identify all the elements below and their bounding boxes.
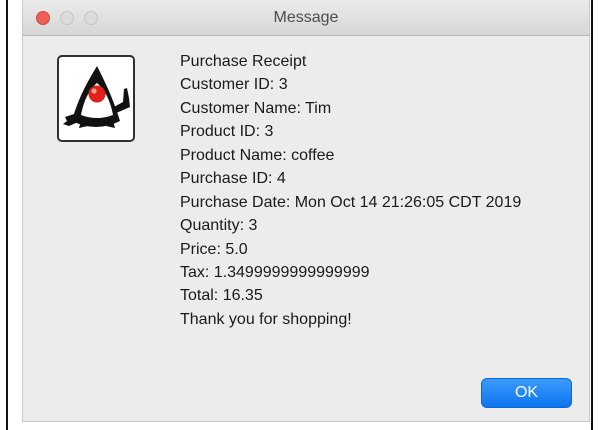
purchase-id-line: Purchase ID: 4 [180, 170, 286, 188]
total-line: Total: 16.35 [180, 287, 263, 305]
message-dialog: Message Purchase Receipt Customer ID: 3 … [22, 0, 590, 422]
product-id-line: Product ID: 3 [180, 123, 274, 141]
title-bar[interactable]: Message [23, 0, 589, 36]
java-duke-icon [57, 55, 135, 142]
right-border-line [591, 0, 593, 430]
purchase-date-line: Purchase Date: Mon Oct 14 21:26:05 CDT 2… [180, 193, 522, 211]
product-name-line: Product Name: coffee [180, 146, 335, 164]
quantity-line: Quantity: 3 [180, 217, 258, 235]
tax-line: Tax: 1.3499999999999999 [180, 263, 370, 281]
receipt-title: Purchase Receipt [180, 53, 307, 70]
price-line: Price: 5.0 [180, 240, 248, 258]
window-title: Message [273, 9, 339, 26]
left-border-line [6, 0, 8, 430]
ok-button[interactable]: OK [481, 378, 572, 408]
customer-id-line: Customer ID: 3 [180, 76, 288, 94]
customer-name-line: Customer Name: Tim [180, 99, 332, 117]
receipt-message: Purchase Receipt Customer ID: 3 Customer… [180, 50, 585, 331]
thank-you-line: Thank you for shopping! [180, 310, 352, 328]
